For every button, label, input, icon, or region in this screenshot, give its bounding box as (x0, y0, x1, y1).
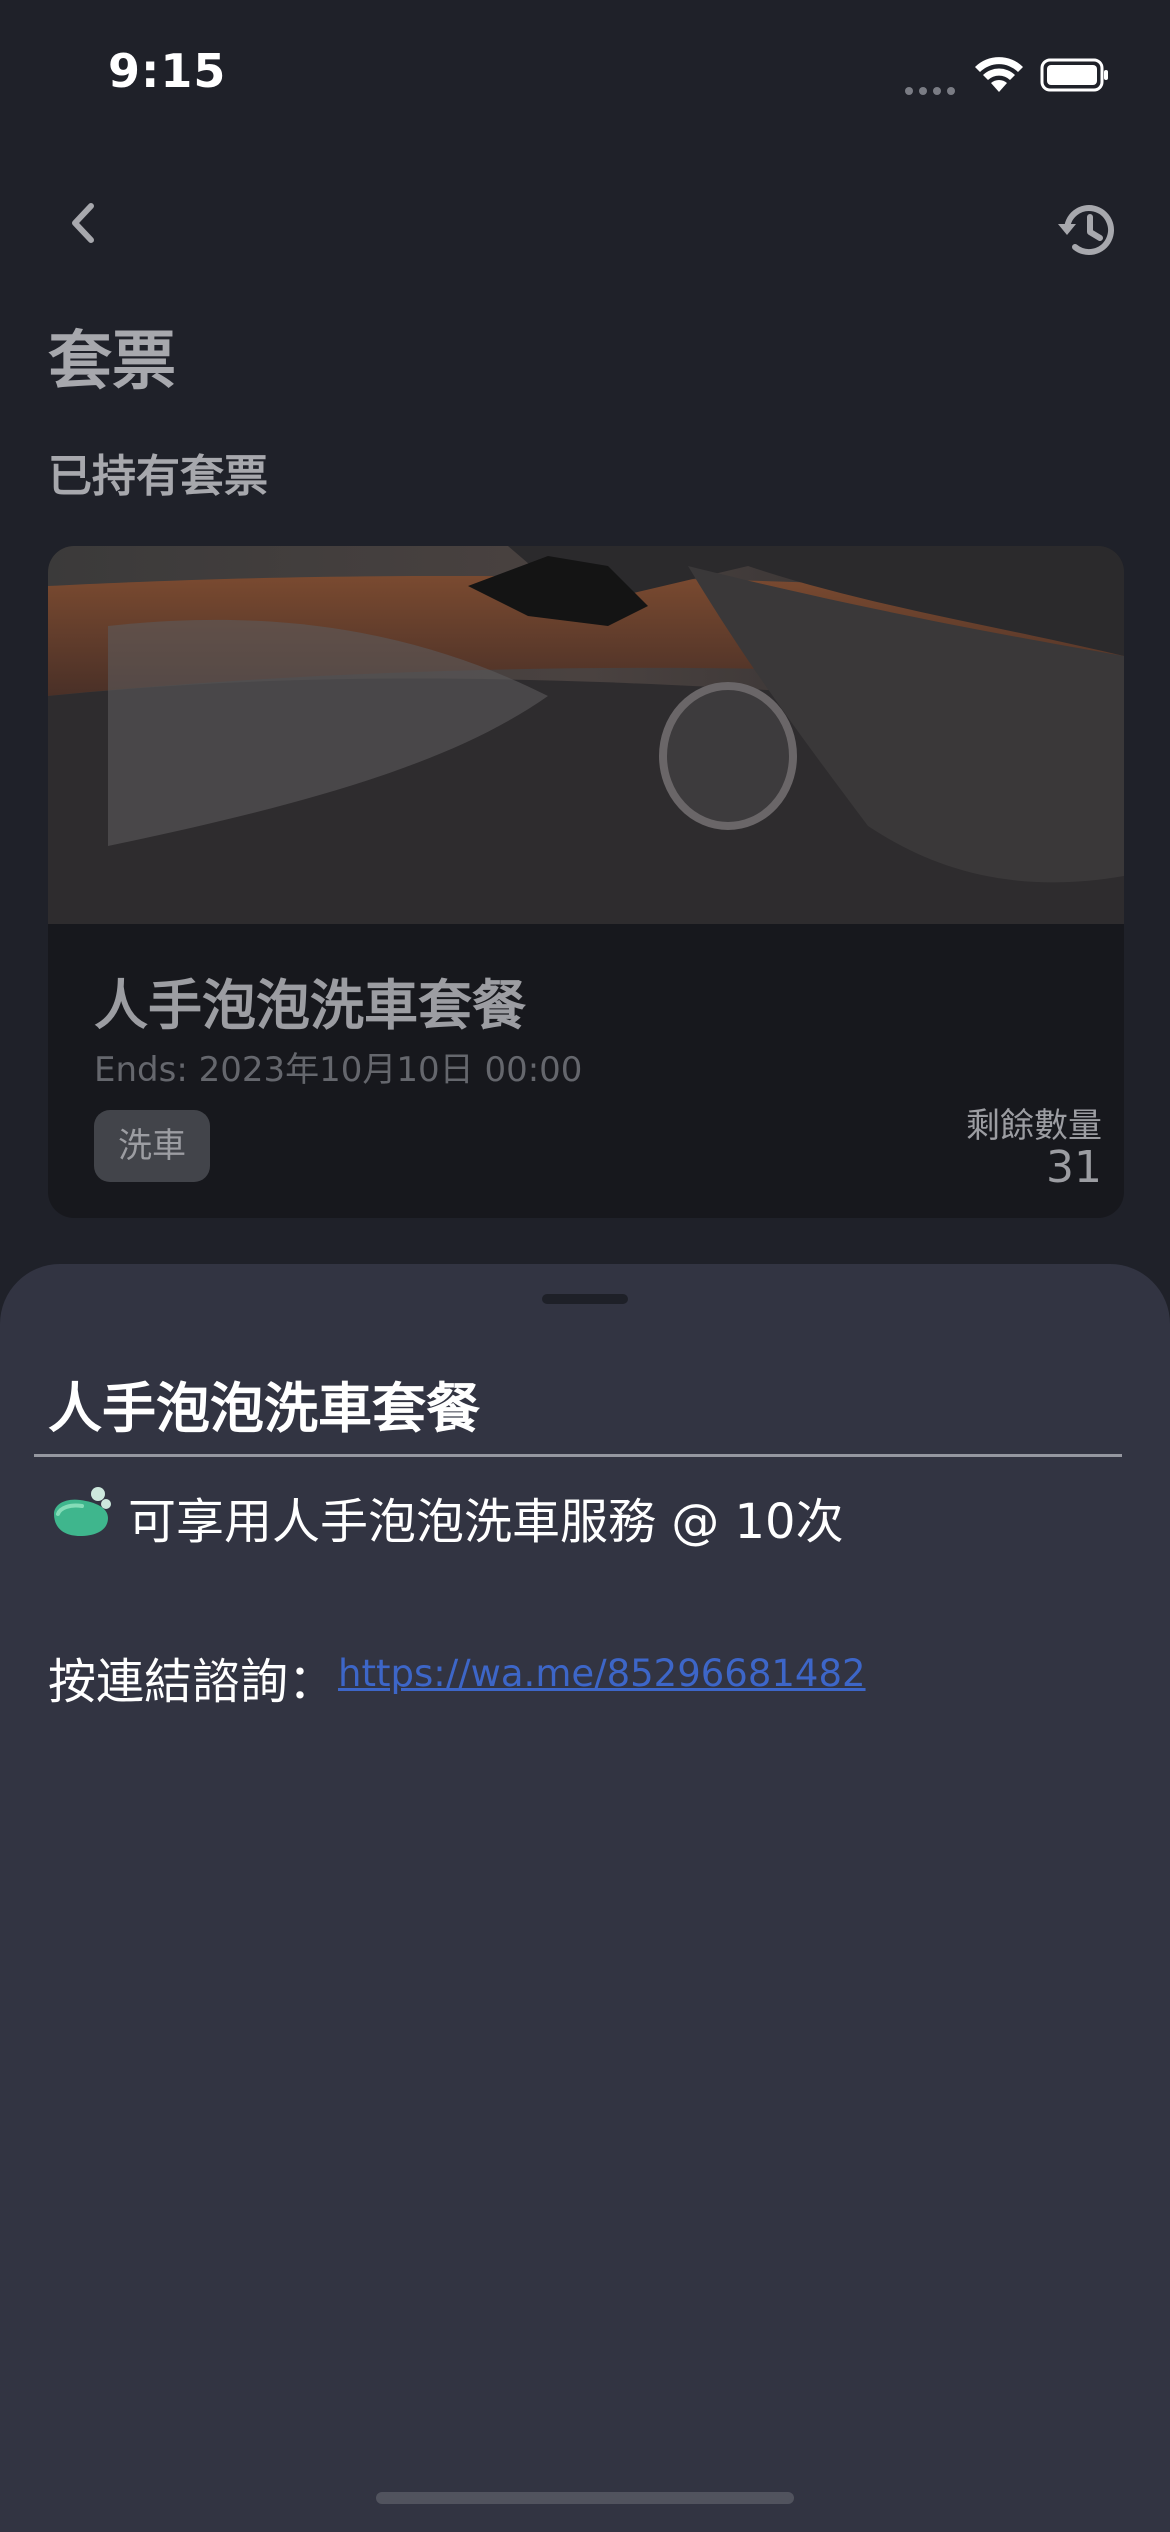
car-wash-photo (48, 546, 1124, 924)
cellular-signal-icon (905, 80, 961, 95)
history-button[interactable] (1048, 190, 1128, 270)
section-label: 已持有套票 (48, 451, 268, 502)
ticket-card[interactable]: 人手泡泡洗車套餐 Ends: 2023年10月10日 00:00 洗車 剩餘數量… (48, 546, 1124, 1218)
remaining-label: 剩餘數量 (966, 1106, 1102, 1146)
back-button[interactable] (50, 190, 116, 256)
divider (34, 1454, 1122, 1457)
ticket-end-date: Ends: 2023年10月10日 00:00 (94, 1050, 583, 1090)
wifi-icon (975, 57, 1023, 92)
history-clock-icon (1058, 205, 1114, 256)
sheet-drag-handle[interactable] (542, 1294, 628, 1304)
ticket-name: 人手泡泡洗車套餐 (94, 974, 526, 1037)
benefit-text: 可享用人手泡泡洗車服務 @ 10次 (128, 1494, 844, 1550)
home-indicator[interactable] (376, 2492, 794, 2504)
detail-bottom-sheet[interactable]: 人手泡泡洗車套餐 可享用人手泡泡洗車服務 @ 10次 按連結諮詢： https:… (0, 1264, 1170, 2532)
category-tag: 洗車 (94, 1110, 210, 1182)
status-time: 9:15 (108, 44, 227, 98)
contact-label: 按連結諮詢： (48, 1654, 337, 1710)
sheet-title: 人手泡泡洗車套餐 (48, 1377, 480, 1440)
chevron-left-icon (72, 203, 94, 243)
battery-icon (1040, 58, 1108, 92)
remaining-count: 31 (1046, 1142, 1102, 1193)
car-wash-sponge-icon (54, 1487, 111, 1536)
whatsapp-contact-link[interactable]: https://wa.me/85296681482 (338, 1652, 866, 1695)
page-title: 套票 (48, 325, 176, 399)
